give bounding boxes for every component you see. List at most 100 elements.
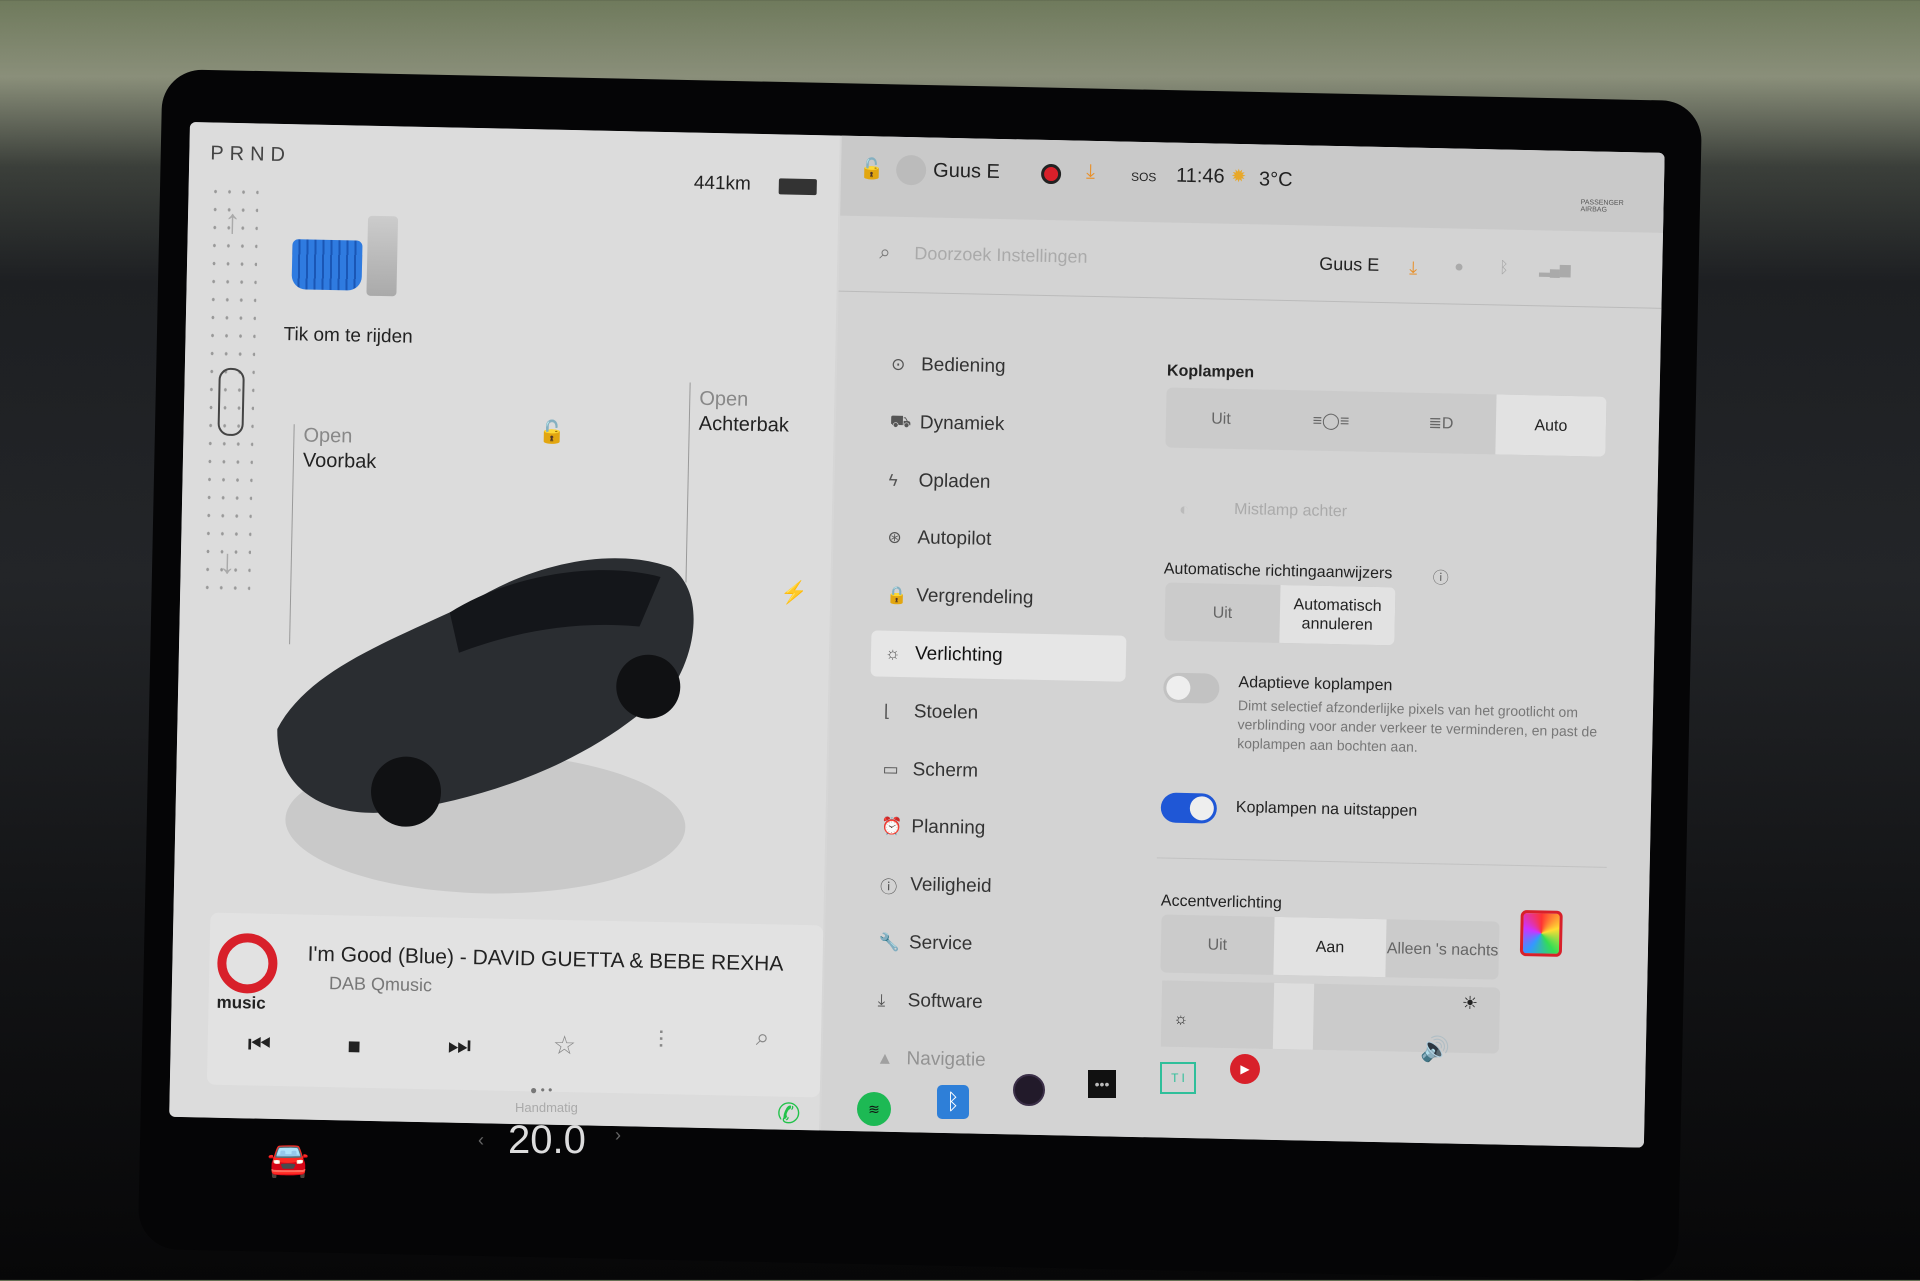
more-apps-icon[interactable]: ••• <box>1088 1070 1116 1098</box>
car-icon[interactable]: 🚘 <box>267 1140 309 1180</box>
download-icon[interactable]: ⤓ <box>1086 161 1095 184</box>
sidebar-item-software[interactable]: ⤓ Software <box>863 977 1119 1028</box>
headlights-after-exit-toggle[interactable] <box>1160 792 1218 824</box>
toybox-icon[interactable]: T I <box>1160 1062 1196 1094</box>
profile-avatar[interactable] <box>895 154 927 186</box>
volume-icon[interactable]: 🔊 <box>1420 1035 1450 1064</box>
bluetooth-icon[interactable]: ᛒ <box>937 1085 969 1119</box>
sidebar-item-verlichting[interactable]: ☼ Verlichting <box>870 630 1127 682</box>
settings-panel: 🔓 Guus E ⤓ SOS 11:46 ✹ 3°C PASSENGER AIR… <box>821 135 1665 1148</box>
accent-night-only[interactable]: Alleen 's nachts <box>1386 919 1500 979</box>
phone-icon[interactable]: ✆ <box>777 1097 800 1130</box>
sidebar-item-autopilot[interactable]: ⊛ Autopilot <box>873 515 1129 566</box>
sidebar-item-label: Verlichting <box>914 643 1003 667</box>
bolt-icon: ϟ <box>888 470 898 490</box>
accent-lighting-title: Accentverlichting <box>1160 892 1283 913</box>
brake-pedal-icon[interactable] <box>291 239 363 291</box>
favorite-star-icon[interactable]: ☆ <box>552 1030 576 1061</box>
accent-on[interactable]: Aan <box>1273 916 1387 978</box>
navigation-icon: ▲ <box>876 1048 894 1068</box>
steering-wheel-icon: ⊛ <box>887 528 902 548</box>
sidebar-item-service[interactable]: 🔧 Service <box>864 919 1120 970</box>
sidebar-item-planning[interactable]: ⏰ Planning <box>867 804 1123 855</box>
gear-selector[interactable]: PRND <box>210 142 291 167</box>
headlights-off[interactable]: Uit <box>1165 388 1276 450</box>
sidebar-item-vergrendeling[interactable]: 🔒 Vergrendeling <box>872 573 1128 624</box>
youtube-music-icon[interactable]: ▶ <box>1230 1054 1260 1084</box>
passenger-airbag-indicator: PASSENGER AIRBAG <box>1580 199 1624 214</box>
brightness-low-icon: ☼ <box>1173 1010 1189 1029</box>
previous-icon[interactable]: ⏮ <box>247 1028 271 1060</box>
next-icon[interactable]: ⏭ <box>447 1030 471 1062</box>
arrow-up-icon: ↑ <box>223 202 242 242</box>
bell-icon[interactable]: ● <box>1454 259 1464 277</box>
low-beam-icon[interactable]: ≣D <box>1385 392 1496 454</box>
sidebar-item-label: Stoelen <box>913 701 979 724</box>
sos-icon[interactable]: SOS <box>1131 170 1157 185</box>
sun-icon: ✹ <box>1230 165 1247 187</box>
search-icon[interactable]: ⌕ <box>756 1024 770 1052</box>
tap-to-drive-label[interactable]: Tik om te rijden <box>283 324 413 349</box>
lock-icon[interactable]: 🔓 <box>859 156 884 182</box>
color-picker-button[interactable] <box>1519 910 1563 957</box>
sidebar-item-label: Scherm <box>912 758 979 782</box>
spotify-icon[interactable]: ≋ <box>857 1092 891 1126</box>
camera-icon[interactable] <box>1013 1074 1045 1106</box>
temp-down-icon[interactable]: ‹ <box>478 1130 484 1151</box>
sidebar-item-label: Autopilot <box>917 527 992 551</box>
frunk-open-label[interactable]: Open <box>303 424 352 448</box>
light-icon: ☼ <box>884 643 901 663</box>
page-dots[interactable]: ● • • <box>530 1083 552 1097</box>
sidebar-item-label: Bediening <box>920 354 1006 378</box>
brightness-high-icon: ☀ <box>1461 992 1479 1014</box>
toggle-icon: ⊙ <box>890 354 906 375</box>
sidebar-item-dynamiek[interactable]: ⛟ Dynamiek <box>875 399 1131 450</box>
bluetooth-icon[interactable]: ᛒ <box>1499 259 1509 277</box>
lock-icon: 🔒 <box>886 585 908 606</box>
sidebar-item-stoelen[interactable]: ⌊ Stoelen <box>869 688 1125 739</box>
dashcam-record-icon[interactable] <box>1040 163 1062 185</box>
auto-turn-auto-cancel[interactable]: Automatisch annuleren <box>1279 584 1396 646</box>
trunk-open-label[interactable]: Open <box>699 388 748 412</box>
headlights-auto[interactable]: Auto <box>1495 394 1607 457</box>
settings-search-input[interactable]: Doorzoek Instellingen <box>914 243 1087 268</box>
info-icon[interactable]: ⓘ <box>1433 564 1450 588</box>
adaptive-headlights-title: Adaptieve koplampen <box>1238 674 1393 695</box>
temperature: 3°C <box>1258 168 1293 192</box>
frunk-label[interactable]: Voorbak <box>303 449 377 474</box>
battery-icon <box>778 178 817 196</box>
accent-off[interactable]: Uit <box>1160 915 1274 975</box>
charge-port-icon[interactable]: ⚡ <box>780 579 808 606</box>
sidebar-item-bediening[interactable]: ⊙ Bediening <box>877 341 1133 392</box>
profile-name-settings[interactable]: Guus E <box>1319 254 1379 276</box>
adaptive-headlights-toggle[interactable] <box>1163 672 1220 704</box>
sidebar-item-scherm[interactable]: ▭ Scherm <box>868 746 1124 797</box>
temp-up-icon[interactable]: › <box>615 1125 621 1146</box>
fog-light-icon[interactable]: ◐ <box>1179 500 1190 520</box>
sidebar-item-veiligheid[interactable]: ⓘ Veiligheid <box>866 862 1122 913</box>
sidebar-item-opladen[interactable]: ϟ Opladen <box>874 457 1130 508</box>
download-icon[interactable]: ⤓ <box>1409 258 1417 279</box>
search-icon: ⌕ <box>879 241 891 264</box>
car-top-icon <box>217 367 245 437</box>
unlock-icon[interactable]: 🔓 <box>538 419 566 446</box>
cabin-temperature[interactable]: 20.0 <box>508 1118 586 1163</box>
auto-turn-off[interactable]: Uit <box>1164 583 1280 643</box>
parking-lights-icon[interactable]: ≡◯≡ <box>1275 390 1386 452</box>
equalizer-icon[interactable]: ⫶ <box>658 1027 665 1055</box>
status-bar: 🔓 Guus E ⤓ SOS 11:46 ✹ 3°C PASSENGER AIR… <box>840 135 1665 233</box>
stop-icon[interactable]: ⏹ <box>347 1031 361 1063</box>
car-panel: PRND ↑ ↓ Tik om te rijden 441km Open Voo… <box>169 122 840 1131</box>
range-label: 441km <box>693 172 752 195</box>
download-icon: ⤓ <box>877 990 886 1010</box>
rear-fog-label[interactable]: Mistlamp achter <box>1234 501 1347 521</box>
media-player: music I'm Good (Blue) - DAVID GUETTA & B… <box>206 912 824 1098</box>
profile-name[interactable]: Guus E <box>933 160 1000 184</box>
sidebar-item-label: Opladen <box>918 469 991 493</box>
trunk-label[interactable]: Achterbak <box>699 413 790 438</box>
screen-icon: ▭ <box>882 759 899 779</box>
sidebar-item-navigatie[interactable]: ▲ Navigatie <box>862 1035 1118 1086</box>
sidebar-item-label: Navigatie <box>906 1047 986 1071</box>
sidebar-item-label: Dynamiek <box>919 412 1005 435</box>
auto-turn-selector: Uit Automatisch annuleren <box>1164 582 1396 646</box>
